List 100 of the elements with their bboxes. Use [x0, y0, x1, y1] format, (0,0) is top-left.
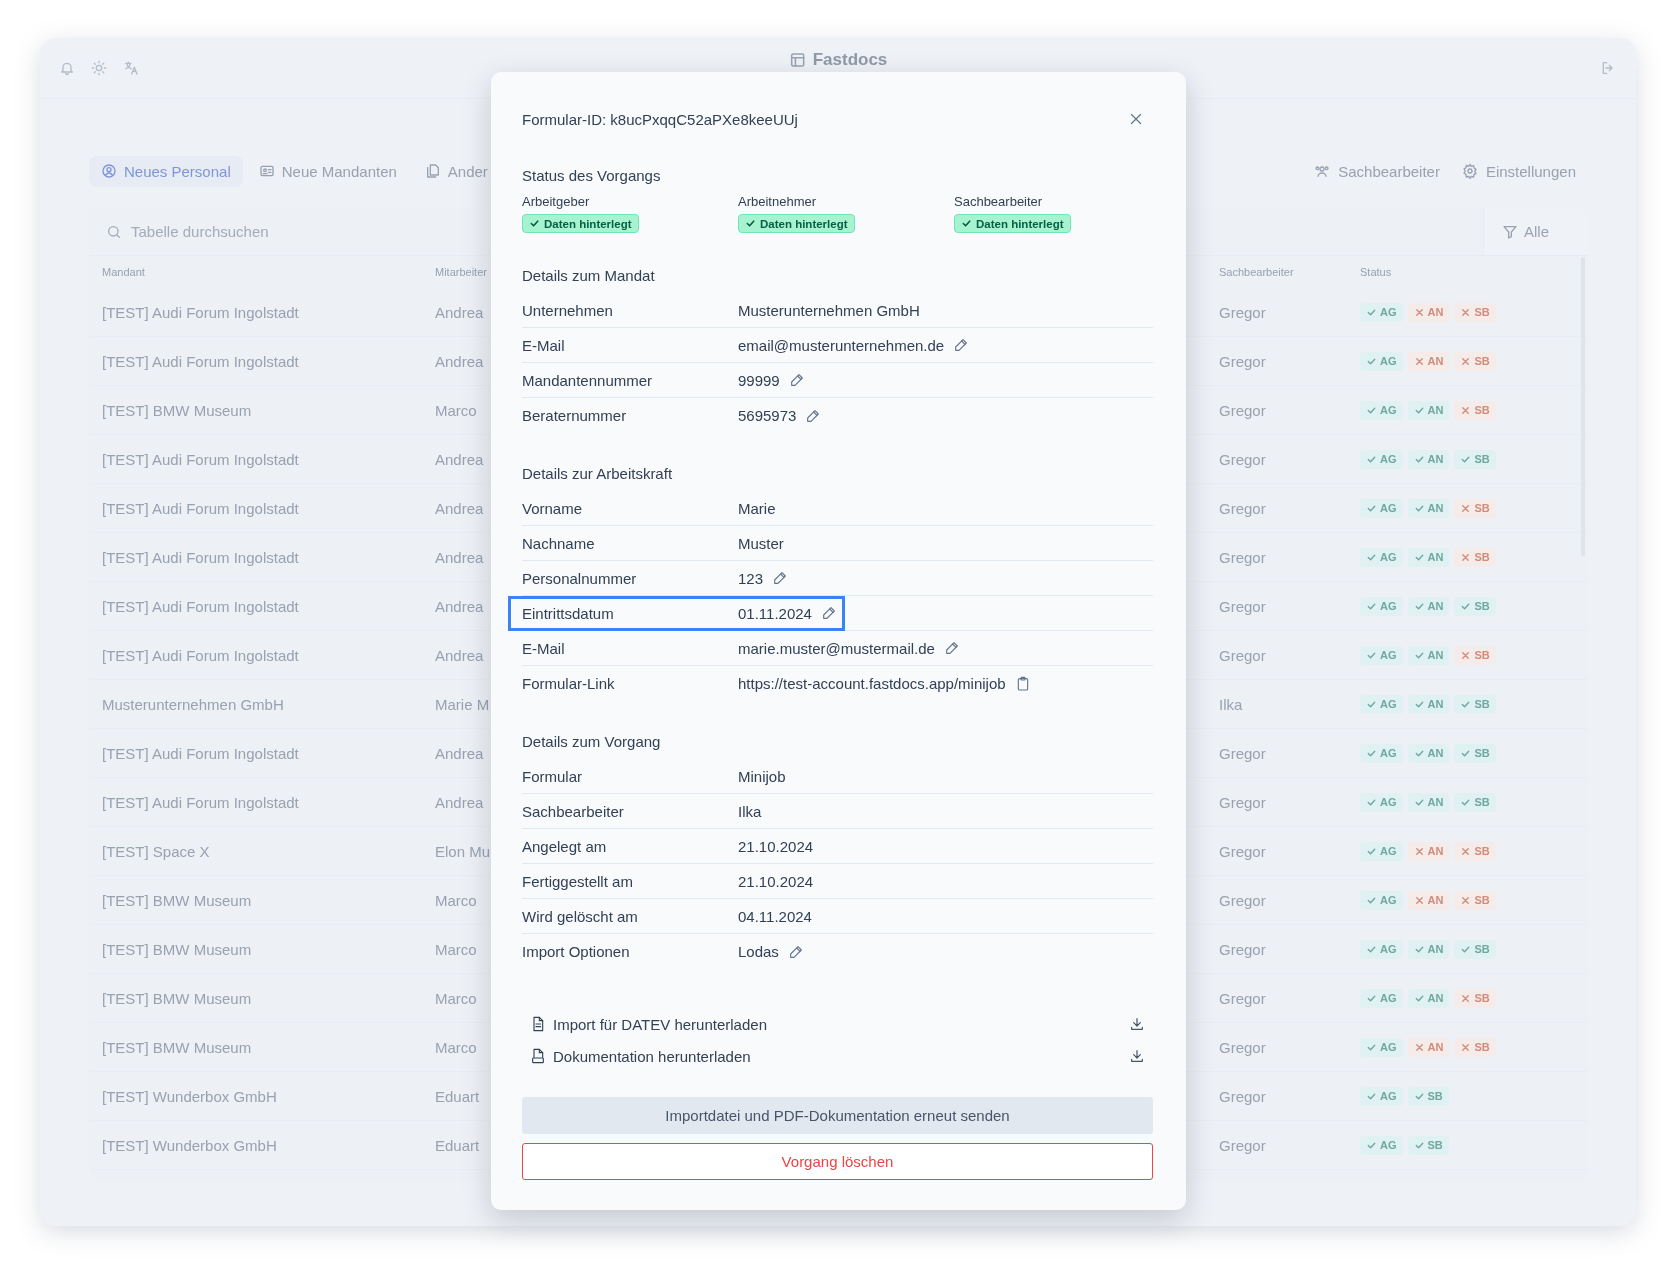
edit-icon[interactable] — [788, 372, 805, 388]
status-label: AG — [1380, 502, 1397, 514]
table-cell: Gregor — [1219, 989, 1266, 1007]
field-label: Formular-Link — [522, 675, 615, 692]
field-value: email@musterunternehmen.de — [738, 336, 945, 354]
cross-icon — [1460, 355, 1472, 367]
status-label: AG — [1380, 747, 1397, 759]
status-label: SB — [1474, 796, 1490, 808]
field-value: 01.11.2024 — [738, 604, 812, 622]
cross-icon — [1460, 1041, 1472, 1053]
status-label: AN — [1427, 894, 1444, 906]
document-icon — [530, 1016, 546, 1032]
status-label: AG — [1380, 992, 1397, 1004]
status-text: Daten hinterlegt — [760, 217, 848, 230]
edit-icon[interactable] — [943, 640, 960, 656]
status-label: SB — [1474, 894, 1490, 906]
nav-tab[interactable]: Ander — [412, 155, 500, 187]
table-cell: Gregor — [1219, 940, 1266, 958]
section-heading: Status des Vorgangs — [522, 166, 662, 186]
status-label: AG — [1380, 1041, 1397, 1053]
download-icon[interactable] — [1129, 1016, 1145, 1032]
party-label: Sachbearbeiter — [954, 194, 1044, 210]
field-label: Sachbearbeiter — [522, 802, 624, 820]
status-label: AG — [1380, 306, 1397, 318]
table-cell: Gregor — [1219, 499, 1266, 517]
field-value: 04.11.2024 — [738, 907, 812, 925]
table-cell: Andrea — [435, 303, 484, 321]
download-link[interactable]: Dokumentation herunterladen — [553, 1047, 751, 1065]
status-label: SB — [1474, 649, 1490, 661]
field-value: 123 — [738, 569, 764, 587]
modal-title: Formular-ID: k8ucPxqqC52aPXe8keeUUj — [522, 110, 798, 128]
field-label: Nachname — [522, 534, 595, 552]
status-label: SB — [1474, 355, 1490, 367]
field-label: Formular — [522, 767, 582, 785]
edit-icon[interactable] — [787, 943, 804, 960]
delete-button[interactable]: Vorgang löschen — [522, 1143, 1153, 1180]
table-cell: Eduart — [435, 1087, 480, 1105]
column-header: Sachbearbeiter — [1219, 266, 1294, 278]
column-header: Status — [1360, 266, 1392, 278]
status-label: AN — [1427, 698, 1444, 710]
status-label: AG — [1380, 1090, 1397, 1102]
status-label: SB — [1474, 502, 1490, 514]
table-cell: Andrea — [435, 450, 484, 468]
download-link[interactable]: Import für DATEV herunterladen — [553, 1015, 767, 1033]
table-cell: Eduart — [435, 1136, 480, 1154]
cross-icon — [1460, 404, 1472, 416]
table-cell: Andrea — [435, 548, 484, 566]
cross-icon — [1460, 306, 1472, 318]
edit-icon[interactable] — [805, 407, 822, 424]
field-value: 5695973 — [738, 407, 797, 424]
column-header: Mitarbeiter — [435, 266, 487, 278]
status-label: AG — [1380, 404, 1397, 416]
check-icon — [745, 218, 756, 229]
section-heading: Details zum Vorgang — [522, 732, 662, 752]
table-cell: Gregor — [1219, 303, 1266, 321]
cross-icon — [1460, 894, 1472, 906]
status-label: AN — [1427, 796, 1444, 808]
cross-icon — [1413, 306, 1425, 318]
table-cell: Marco — [435, 401, 477, 419]
status-label: AN — [1427, 551, 1444, 563]
edit-icon[interactable] — [953, 337, 970, 353]
status-label: AN — [1427, 943, 1444, 955]
table-cell: Gregor — [1219, 842, 1266, 860]
table-cell: Gregor — [1219, 401, 1266, 419]
field-value: Muster — [738, 534, 784, 552]
table-cell: Gregor — [1219, 891, 1266, 909]
edit-icon[interactable] — [772, 570, 789, 586]
resend-button[interactable]: Importdatei und PDF-Dokumentation erneut senden — [522, 1097, 1153, 1134]
nav-link[interactable]: Sachbearbeiter — [1314, 162, 1440, 180]
table-cell: [TEST] Audi Forum Ingolstadt — [102, 352, 299, 370]
cross-icon — [1460, 649, 1472, 661]
status-label: AN — [1427, 1041, 1444, 1053]
table-cell: Gregor — [1219, 793, 1266, 811]
section-heading: Details zum Mandat — [522, 266, 656, 286]
table-cell: Musterunternehmen GmbH — [102, 695, 284, 713]
table-cell: Gregor — [1219, 744, 1266, 762]
status-label: AG — [1380, 943, 1397, 955]
user-icon — [101, 163, 117, 179]
nav-link[interactable]: Einstellungen — [1461, 162, 1576, 180]
table-cell: Gregor — [1219, 548, 1266, 566]
download-icon[interactable] — [1129, 1048, 1145, 1064]
table-cell: [TEST] Audi Forum Ingolstadt — [102, 646, 299, 664]
status-label: AG — [1380, 698, 1397, 710]
table-cell: [TEST] Wunderbox GmbH — [102, 1087, 277, 1105]
field-label: Angelegt am — [522, 837, 607, 855]
table-cell: Andrea — [435, 352, 484, 370]
field-value: 21.10.2024 — [738, 872, 814, 890]
documents-icon — [424, 163, 441, 179]
status-label: AG — [1380, 453, 1397, 465]
nav-tab[interactable]: Neue Mandanten — [246, 155, 409, 187]
status-label: SB — [1474, 551, 1490, 563]
field-value: Minijob — [738, 767, 786, 785]
edit-icon[interactable] — [820, 605, 837, 621]
field-value: https://test-account.fastdocs.app/minijob — [738, 675, 1006, 692]
table-cell: Marco — [435, 940, 477, 958]
table-cell: [TEST] Audi Forum Ingolstadt — [102, 548, 299, 566]
table-cell: Ilka — [1219, 695, 1243, 713]
nav-tab[interactable]: Neues Personal — [89, 155, 243, 187]
status-label: AG — [1380, 845, 1397, 857]
table-cell: [TEST] BMW Museum — [102, 891, 252, 909]
